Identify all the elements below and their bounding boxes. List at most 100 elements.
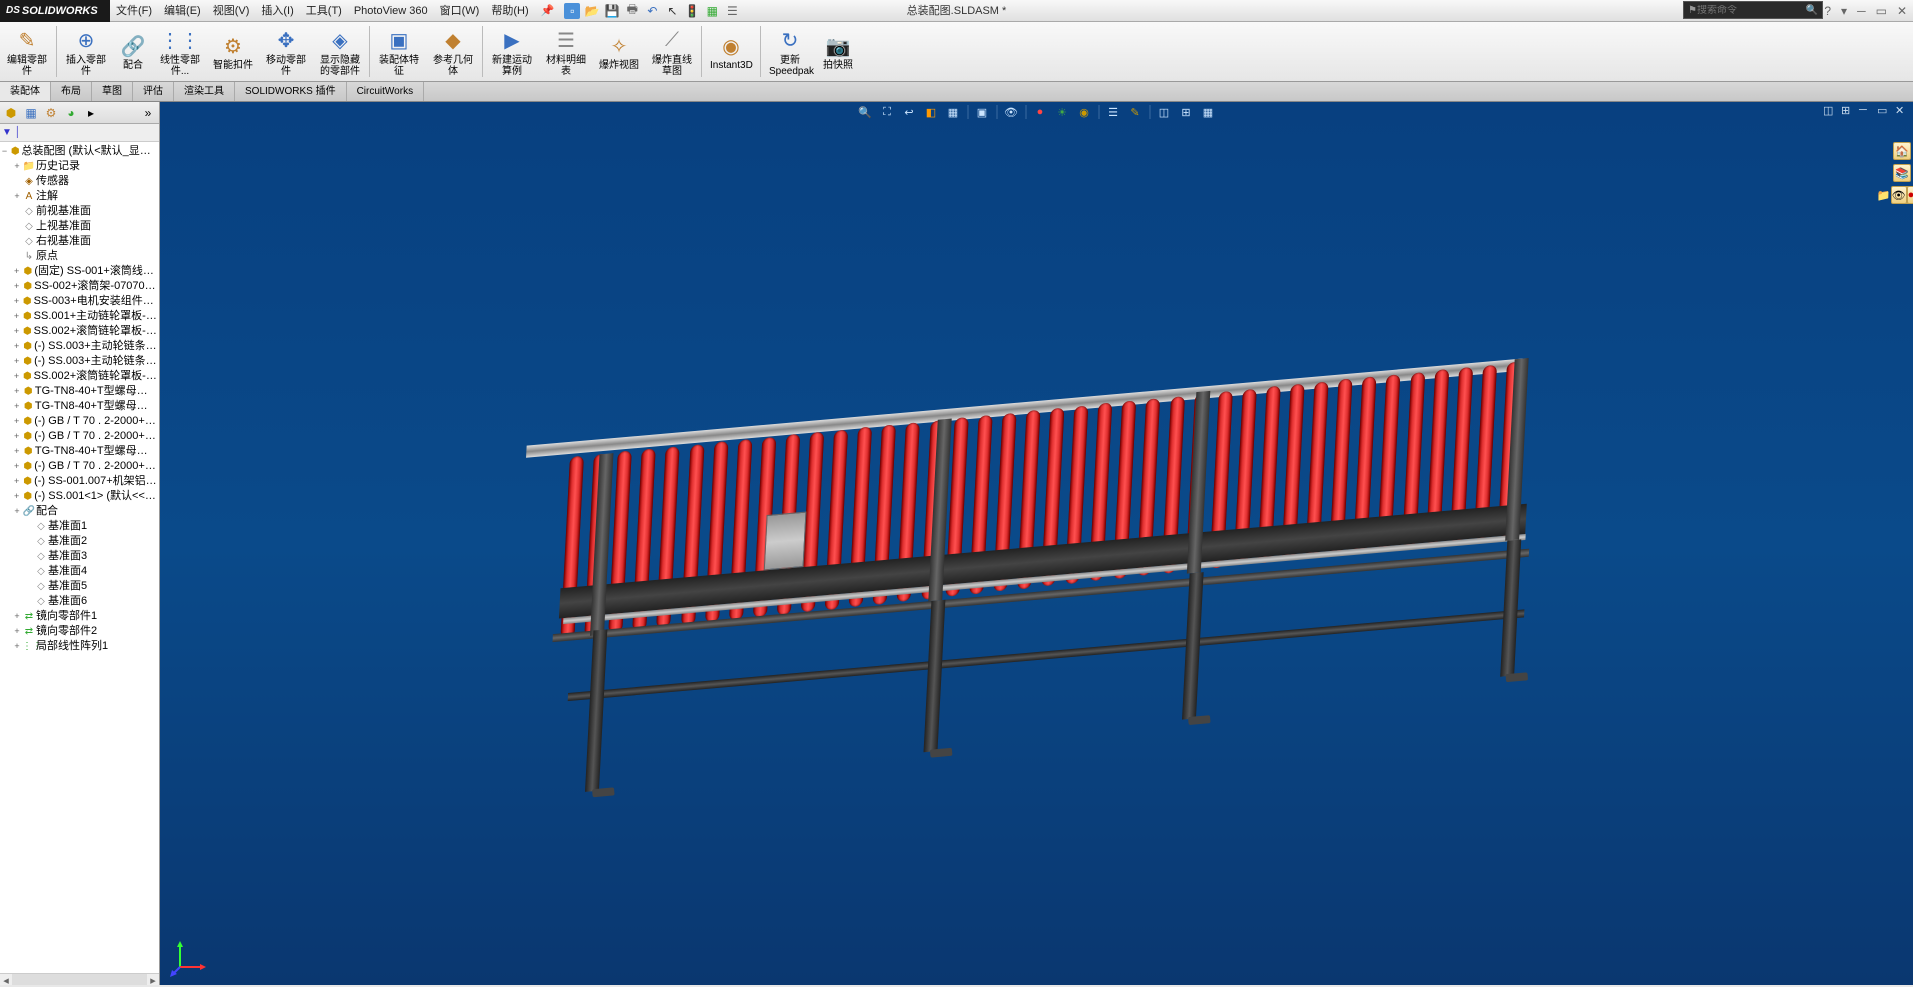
- linear-pattern-button[interactable]: ⋮⋮线性零部件...: [153, 22, 207, 81]
- save-icon[interactable]: 💾: [604, 3, 620, 19]
- tree-node[interactable]: +⬢SS-002+滚筒架-070707.1<: [0, 279, 159, 294]
- menu-view[interactable]: 视图(V): [207, 0, 256, 22]
- tree-node[interactable]: ◇前视基准面: [0, 204, 159, 219]
- rebuild-icon[interactable]: ▦: [704, 3, 720, 19]
- instant3d-button[interactable]: ◉Instant3D: [704, 22, 758, 81]
- tree-node[interactable]: +🔗配合: [0, 504, 159, 519]
- tree-node[interactable]: +⬢TG-TN8-40+T型螺母块M8: [0, 384, 159, 399]
- view-setting-icon[interactable]: ☰: [1105, 104, 1121, 120]
- tree-node[interactable]: +⬢(固定) SS-001+滚筒线01机: [0, 264, 159, 279]
- insert-part-button[interactable]: ⊕插入零部件: [59, 22, 113, 81]
- zoom-area-icon[interactable]: ⛶: [879, 104, 895, 120]
- tree-node[interactable]: ◇基准面5: [0, 579, 159, 594]
- hide-show-icon[interactable]: 👁: [1003, 104, 1019, 120]
- new-motion-button[interactable]: ▶新建运动算例: [485, 22, 539, 81]
- menu-window[interactable]: 窗口(W): [434, 0, 486, 22]
- traffic-icon[interactable]: 🚦: [684, 3, 700, 19]
- options-icon[interactable]: ☰: [724, 3, 740, 19]
- taskpane-appearance-icon[interactable]: ●: [1907, 186, 1913, 204]
- search-input[interactable]: [1697, 5, 1797, 16]
- scroll-right-icon[interactable]: ▸: [147, 974, 159, 985]
- graphics-viewport[interactable]: 🔍 ⛶ ↩ ◧ ▦ ▣ 👁 ● ☀ ◉ ☰ ✎ ◫ ⊞ ▦ ◫ ⊞ ─ ▭ ✕: [160, 102, 1913, 985]
- tab-evaluate[interactable]: 评估: [133, 82, 174, 101]
- tree-node[interactable]: +📁历史记录: [0, 159, 159, 174]
- edit-appearance-icon[interactable]: ✎: [1127, 104, 1143, 120]
- undo-icon[interactable]: ↶: [644, 3, 660, 19]
- tree-node[interactable]: ◇基准面1: [0, 519, 159, 534]
- tree-node[interactable]: ◇基准面2: [0, 534, 159, 549]
- tree-h-scrollbar[interactable]: ◂▸: [0, 973, 159, 985]
- appearance-icon[interactable]: ●: [1032, 104, 1048, 120]
- tree-node[interactable]: +⬢SS.001+主动链轮罩板-0707: [0, 309, 159, 324]
- view-tool2-icon[interactable]: ⊞: [1178, 104, 1194, 120]
- edit-part-button[interactable]: ✎编辑零部件: [0, 22, 54, 81]
- assembly-feature-button[interactable]: ▣装配体特征: [372, 22, 426, 81]
- tree-node[interactable]: +⬢(-) SS-001.007+机架铝型材: [0, 474, 159, 489]
- tree-node[interactable]: +⇄镜向零部件2: [0, 624, 159, 639]
- tree-node[interactable]: +⬢TG-TN8-40+T型螺母块M8: [0, 399, 159, 414]
- menu-file[interactable]: 文件(F): [110, 0, 158, 22]
- tree-node[interactable]: ◇基准面6: [0, 594, 159, 609]
- ref-geom-button[interactable]: ◆参考几何体: [426, 22, 480, 81]
- vp-tile-icon[interactable]: ◫: [1823, 104, 1837, 118]
- taskpane-view-icon[interactable]: 👁: [1891, 186, 1907, 204]
- vp-min-icon[interactable]: ─: [1859, 104, 1873, 118]
- feature-tree[interactable]: −⬢总装配图 (默认<默认_显示状态 +📁历史记录◈传感器+A注解◇前视基准面◇…: [0, 142, 159, 973]
- tree-node[interactable]: ◈传感器: [0, 174, 159, 189]
- tab-layout[interactable]: 布局: [51, 82, 92, 101]
- tree-node[interactable]: +⬢SS.002+滚筒链轮罩板-0707: [0, 324, 159, 339]
- feature-tree-tab-icon[interactable]: ⬢: [2, 104, 20, 122]
- select-icon[interactable]: ↖: [664, 3, 680, 19]
- prev-view-icon[interactable]: ↩: [901, 104, 917, 120]
- exploded-line-button[interactable]: ⟋爆炸直线草图: [645, 22, 699, 81]
- help-icon[interactable]: ?: [1822, 4, 1833, 18]
- smart-fastener-button[interactable]: ⚙智能扣件: [207, 22, 259, 81]
- tree-node[interactable]: +⬢SS.002+滚筒链轮罩板-0707: [0, 369, 159, 384]
- vp-max-icon[interactable]: ▭: [1877, 104, 1891, 118]
- tree-node[interactable]: +⬢(-) GB / T 70 . 2-2000+内六: [0, 414, 159, 429]
- view-tool1-icon[interactable]: ◫: [1156, 104, 1172, 120]
- update-speedpak-button[interactable]: ↻更新Speedpak: [763, 22, 817, 81]
- tree-node[interactable]: +⬢(-) SS.003+主动轮链条-070: [0, 354, 159, 369]
- tab-render[interactable]: 渲染工具: [174, 82, 235, 101]
- restore-icon[interactable]: ▭: [1874, 4, 1889, 18]
- tree-node[interactable]: +⬢(-) SS.001<1> (默认<<默认: [0, 489, 159, 504]
- close-icon[interactable]: ✕: [1895, 4, 1909, 18]
- appearance-tab-icon[interactable]: ◕: [62, 104, 80, 122]
- move-part-button[interactable]: ✥移动零部件: [259, 22, 313, 81]
- minimize-icon[interactable]: ─: [1855, 4, 1868, 18]
- taskpane-explorer-icon[interactable]: 📁 👁 ● ☰: [1893, 186, 1911, 204]
- tab-sketch[interactable]: 草图: [92, 82, 133, 101]
- config-tab-icon[interactable]: ⚙: [42, 104, 60, 122]
- tree-node[interactable]: ◇上视基准面: [0, 219, 159, 234]
- print-icon[interactable]: 🖶: [624, 3, 640, 19]
- vp-tile2-icon[interactable]: ⊞: [1841, 104, 1855, 118]
- menu-photoview[interactable]: PhotoView 360: [348, 0, 434, 22]
- tab-addins[interactable]: SOLIDWORKS 插件: [235, 82, 347, 101]
- orientation-triad[interactable]: [168, 937, 208, 977]
- scroll-left-icon[interactable]: ◂: [0, 974, 12, 985]
- extra-tab-icon[interactable]: ▸: [82, 104, 100, 122]
- tree-filter-bar[interactable]: ▼ │: [0, 124, 159, 142]
- new-icon[interactable]: ▫: [564, 3, 580, 19]
- zoom-fit-icon[interactable]: 🔍: [857, 104, 873, 120]
- tree-node[interactable]: ↳原点: [0, 249, 159, 264]
- tree-node[interactable]: +⬢(-) GB / T 70 . 2-2000+内六: [0, 429, 159, 444]
- open-icon[interactable]: 📂: [584, 3, 600, 19]
- taskpane-home-icon[interactable]: 🏠: [1893, 142, 1911, 160]
- pin-panel-icon[interactable]: »: [139, 104, 157, 122]
- tab-assembly[interactable]: 装配体: [0, 82, 51, 101]
- tree-node[interactable]: ◇右视基准面: [0, 234, 159, 249]
- section-icon[interactable]: ◧: [923, 104, 939, 120]
- vp-close-icon[interactable]: ✕: [1895, 104, 1909, 118]
- help-dropdown-icon[interactable]: ▾: [1839, 4, 1849, 18]
- view-tool3-icon[interactable]: ▦: [1200, 104, 1216, 120]
- tree-node[interactable]: +⬢(-) SS.003+主动轮链条-070: [0, 339, 159, 354]
- snapshot-button[interactable]: 📷拍快照: [817, 22, 859, 81]
- view-orient-icon[interactable]: ▦: [945, 104, 961, 120]
- render-icon[interactable]: ◉: [1076, 104, 1092, 120]
- bom-button[interactable]: ☰材料明细表: [539, 22, 593, 81]
- menu-edit[interactable]: 编辑(E): [158, 0, 207, 22]
- menu-pin-icon[interactable]: 📌: [535, 0, 561, 22]
- display-style-icon[interactable]: ▣: [974, 104, 990, 120]
